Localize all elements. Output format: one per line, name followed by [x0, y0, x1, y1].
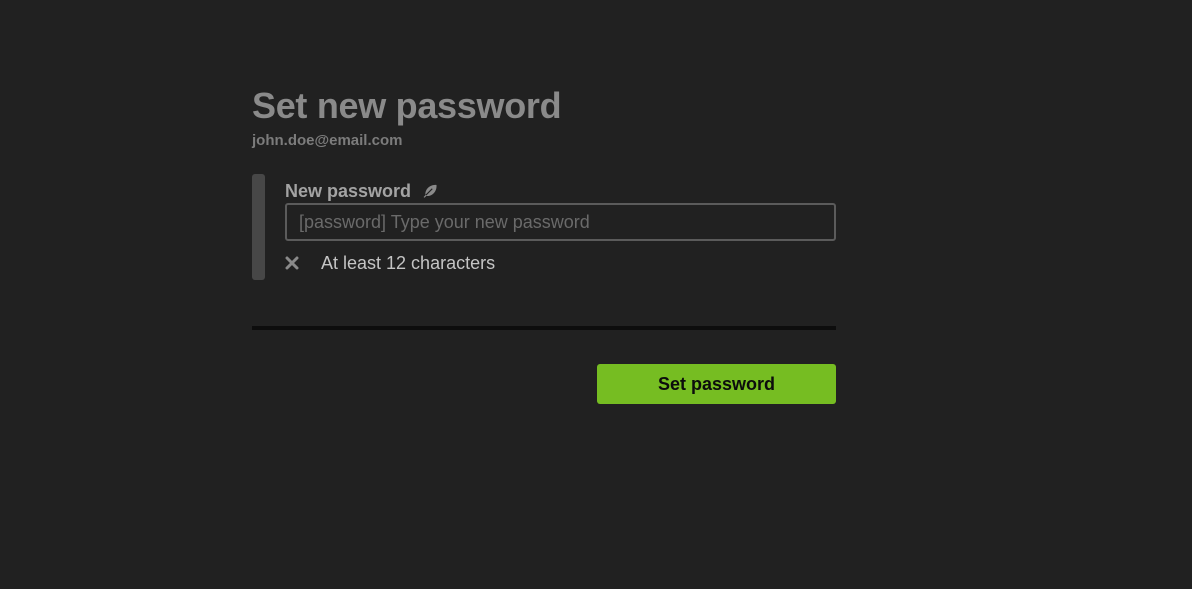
- new-password-label: New password: [285, 180, 412, 201]
- field-status-bar: [252, 174, 265, 280]
- close-icon: [285, 256, 299, 270]
- field-label-row: New password: [285, 181, 439, 201]
- set-password-form: Set new password john.doe@email.com New …: [252, 84, 836, 404]
- requirement-item: At least 12 characters: [285, 252, 495, 274]
- requirement-text: At least 12 characters: [321, 252, 496, 273]
- account-email: john.doe@email.com: [252, 132, 403, 149]
- password-field-group: New password At least 12 characters: [252, 174, 836, 280]
- page-title: Set new password: [252, 85, 562, 126]
- set-password-button[interactable]: Set password: [597, 364, 836, 404]
- divider: [252, 326, 836, 330]
- new-password-input[interactable]: [285, 203, 836, 241]
- page: Set new password john.doe@email.com New …: [0, 0, 1192, 589]
- feather-icon: [421, 182, 439, 200]
